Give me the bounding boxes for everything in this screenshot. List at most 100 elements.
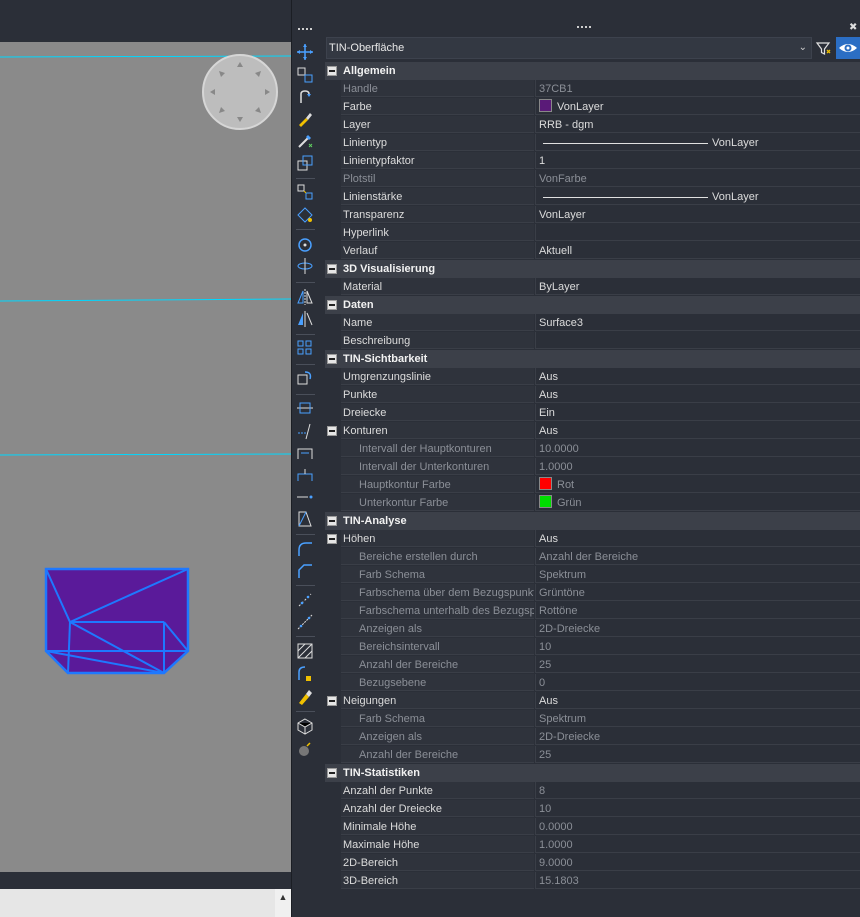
property-value[interactable]: Anzahl der Bereiche <box>535 548 860 565</box>
fillet-icon[interactable] <box>296 540 314 558</box>
lengthen-icon[interactable] <box>296 488 314 506</box>
explode-all-icon[interactable] <box>296 613 314 631</box>
property-value[interactable]: 1.0000 <box>535 458 860 475</box>
collapse-minus-icon[interactable] <box>327 66 337 76</box>
copy-icon[interactable] <box>296 66 314 84</box>
category-header[interactable]: TIN-Analyse <box>325 512 860 530</box>
matchprop-brush-icon[interactable] <box>296 110 314 128</box>
collapse-minus-icon[interactable] <box>327 534 337 544</box>
property-row[interactable]: Verlauf Aktuell <box>325 242 860 260</box>
property-value[interactable]: Aus <box>535 692 860 709</box>
property-value[interactable]: 1.0000 <box>535 836 860 853</box>
property-row[interactable]: Linientypfaktor 1 <box>325 152 860 170</box>
collapse-minus-icon[interactable] <box>327 354 337 364</box>
property-value[interactable]: VonLayer <box>535 188 860 205</box>
property-value[interactable]: Surface3 <box>535 314 860 331</box>
property-value[interactable]: VonLayer <box>535 206 860 223</box>
property-value[interactable]: Spektrum <box>535 710 860 727</box>
property-value[interactable]: Grüntöne <box>535 584 860 601</box>
align-icon[interactable] <box>296 183 314 201</box>
curve-edit-icon[interactable] <box>296 664 314 682</box>
collapse-minus-icon[interactable] <box>327 696 337 706</box>
trim-icon[interactable] <box>296 422 314 440</box>
property-value[interactable]: 2D-Dreiecke <box>535 620 860 637</box>
property-row[interactable]: 2D-Bereich 9.0000 <box>325 854 860 872</box>
property-row[interactable]: Bezugsebene 0 <box>325 674 860 692</box>
property-value[interactable]: Rottöne <box>535 602 860 619</box>
category-header[interactable]: Daten <box>325 296 860 314</box>
property-value[interactable]: 0.0000 <box>535 818 860 835</box>
property-row[interactable]: Anzeigen als 2D-Dreiecke <box>325 728 860 746</box>
property-row[interactable]: Linientyp VonLayer <box>325 134 860 152</box>
taper-icon[interactable] <box>296 510 314 528</box>
property-row[interactable]: Hauptkontur Farbe Rot <box>325 476 860 494</box>
property-value[interactable]: Aktuell <box>535 242 860 259</box>
collapse-minus-icon[interactable] <box>327 768 337 778</box>
category-header[interactable]: 3D Visualisierung <box>325 260 860 278</box>
pick-style-icon[interactable] <box>296 132 314 150</box>
property-value[interactable]: 25 <box>535 656 860 673</box>
hatch-icon[interactable] <box>296 642 314 660</box>
property-value[interactable]: 25 <box>535 746 860 763</box>
property-value[interactable]: Aus <box>535 530 860 547</box>
property-row[interactable]: Transparenz VonLayer <box>325 206 860 224</box>
rotate3d-icon[interactable] <box>296 257 314 275</box>
property-row[interactable]: Unterkontur Farbe Grün <box>325 494 860 512</box>
array-icon[interactable] <box>296 339 314 357</box>
collapse-minus-icon[interactable] <box>327 300 337 310</box>
category-header[interactable]: TIN-Statistiken <box>325 764 860 782</box>
property-row[interactable]: Hyperlink <box>325 224 860 242</box>
move-icon[interactable] <box>296 43 314 61</box>
property-value[interactable]: Ein <box>535 404 860 421</box>
scale-icon[interactable] <box>296 154 314 172</box>
rotate-copy-icon[interactable] <box>296 88 314 106</box>
property-row[interactable]: Anzahl der Punkte 8 <box>325 782 860 800</box>
property-value[interactable]: VonFarbe <box>535 170 860 187</box>
property-row[interactable]: Farb Schema Spektrum <box>325 710 860 728</box>
property-value[interactable]: 10.0000 <box>535 440 860 457</box>
mirror3d-icon[interactable] <box>296 310 314 328</box>
explode-icon[interactable] <box>296 591 314 609</box>
property-row[interactable]: Layer RRB - dgm <box>325 116 860 134</box>
property-value[interactable]: Aus <box>535 368 860 385</box>
property-row[interactable]: Konturen Aus <box>325 422 860 440</box>
category-header[interactable]: Allgemein <box>325 62 860 80</box>
break-icon[interactable] <box>296 399 314 417</box>
property-row[interactable]: Material ByLayer <box>325 278 860 296</box>
property-row[interactable]: Farbe VonLayer <box>325 98 860 116</box>
paint-icon[interactable] <box>296 688 314 706</box>
property-row[interactable]: Anzeigen als 2D-Dreiecke <box>325 620 860 638</box>
property-row[interactable]: Handle 37CB1 <box>325 80 860 98</box>
join-icon[interactable] <box>296 466 314 484</box>
property-row[interactable]: Farb Schema Spektrum <box>325 566 860 584</box>
close-icon[interactable]: ✖ <box>849 22 857 33</box>
property-value[interactable] <box>535 332 860 349</box>
property-row[interactable]: Intervall der Hauptkonturen 10.0000 <box>325 440 860 458</box>
property-row[interactable]: Beschreibung <box>325 332 860 350</box>
property-row[interactable]: Maximale Höhe 1.0000 <box>325 836 860 854</box>
category-header[interactable]: TIN-Sichtbarkeit <box>325 350 860 368</box>
bomb-icon[interactable] <box>296 740 314 758</box>
quick-select-filter-icon[interactable] <box>814 37 834 59</box>
property-value[interactable]: 1 <box>535 152 860 169</box>
property-row[interactable]: Bereiche erstellen durch Anzahl der Berei… <box>325 548 860 566</box>
horizontal-scrollbar[interactable]: ▲ <box>0 889 291 917</box>
property-value[interactable]: Rot <box>535 476 860 493</box>
collapse-minus-icon[interactable] <box>327 264 337 274</box>
property-row[interactable]: Anzahl der Dreiecke 10 <box>325 800 860 818</box>
property-value[interactable] <box>535 224 860 241</box>
scroll-track[interactable] <box>0 889 275 917</box>
property-value[interactable]: Spektrum <box>535 566 860 583</box>
property-row[interactable]: Dreiecke Ein <box>325 404 860 422</box>
property-row[interactable]: Punkte Aus <box>325 386 860 404</box>
stretch-icon[interactable] <box>296 206 314 224</box>
property-row[interactable]: Linienstärke VonLayer <box>325 188 860 206</box>
property-row[interactable]: Umgrenzungslinie Aus <box>325 368 860 386</box>
extend-icon[interactable] <box>296 444 314 462</box>
property-row[interactable]: 3D-Bereich 15.1803 <box>325 872 860 890</box>
property-value[interactable]: 37CB1 <box>535 80 860 97</box>
property-value[interactable]: 15.1803 <box>535 872 860 889</box>
property-row[interactable]: Minimale Höhe 0.0000 <box>325 818 860 836</box>
mirror-icon[interactable] <box>296 288 314 306</box>
object-type-dropdown[interactable]: TIN-Oberfläche ⌄ <box>326 37 812 59</box>
